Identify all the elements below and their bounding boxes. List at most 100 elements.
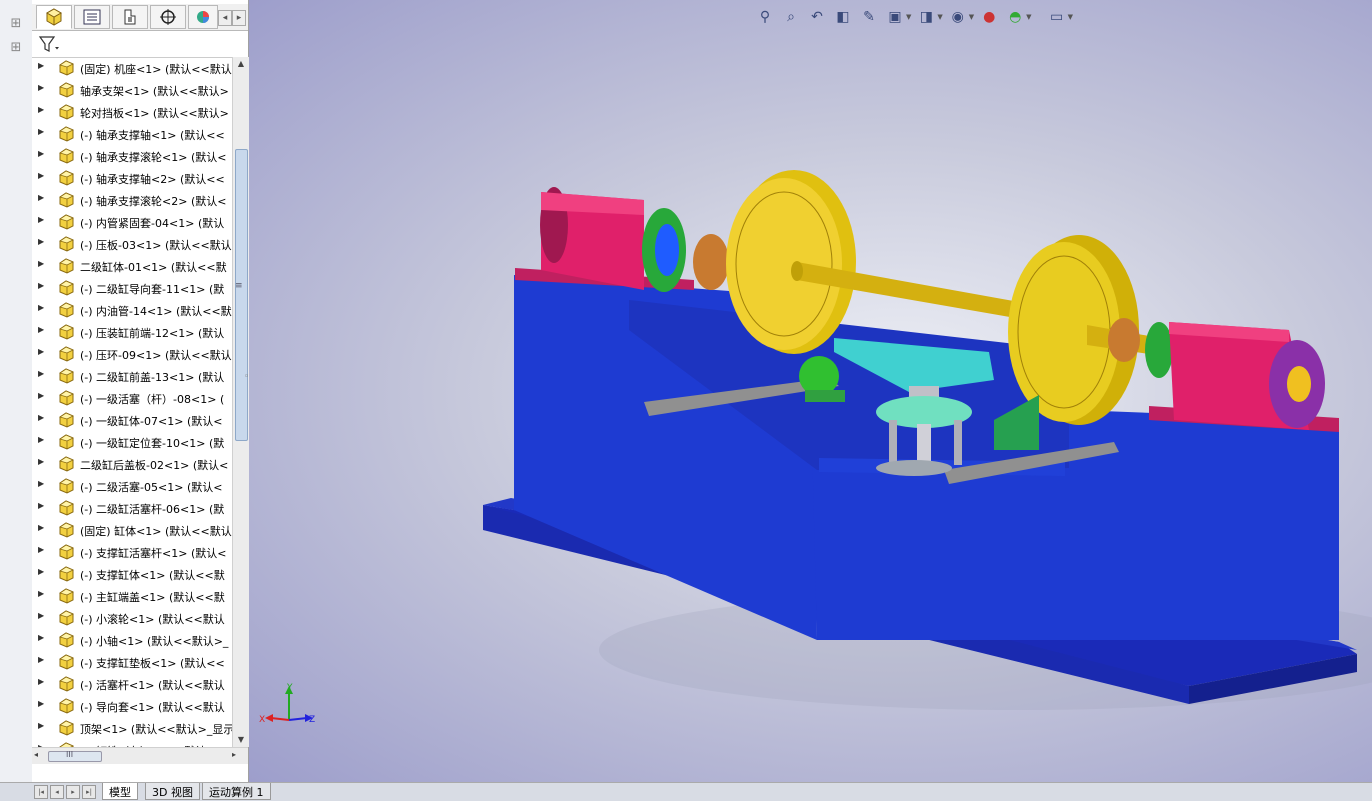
expand-arrow-icon[interactable]: ▶ bbox=[38, 721, 44, 730]
expand-arrow-icon[interactable]: ▶ bbox=[38, 61, 44, 70]
display-manager-icon bbox=[197, 11, 209, 23]
expand-arrow-icon[interactable]: ▶ bbox=[38, 523, 44, 532]
expand-arrow-icon[interactable]: ▶ bbox=[38, 281, 44, 290]
tab-scroll-right[interactable]: ▸ bbox=[232, 10, 246, 26]
filter-icon[interactable] bbox=[38, 35, 60, 53]
expand-arrow-icon[interactable]: ▶ bbox=[38, 545, 44, 554]
nav-last-icon[interactable]: ▸| bbox=[82, 785, 96, 799]
tree-item[interactable]: ▶ (-) 一级活塞（杆）-08<1> ( bbox=[32, 387, 232, 409]
nav-first-icon[interactable]: |◂ bbox=[34, 785, 48, 799]
tree-horizontal-scrollbar[interactable]: ◂ III ▸ bbox=[32, 747, 248, 764]
tree-item[interactable]: ▶ (-) 小轴<1> (默认<<默认>_ bbox=[32, 629, 232, 651]
expand-arrow-icon[interactable]: ▶ bbox=[38, 369, 44, 378]
tree-item[interactable]: ▶ (-) 主缸端盖<1> (默认<<默 bbox=[32, 585, 232, 607]
expand-arrow-icon[interactable]: ▶ bbox=[38, 391, 44, 400]
expand-arrow-icon[interactable]: ▶ bbox=[38, 127, 44, 136]
expand-arrow-icon[interactable]: ▶ bbox=[38, 83, 44, 92]
expand-arrow-icon[interactable]: ▶ bbox=[38, 105, 44, 114]
tree-item[interactable]: ▶ (-) 支撑缸体<1> (默认<<默 bbox=[32, 563, 232, 585]
expand-arrow-icon[interactable]: ▶ bbox=[38, 699, 44, 708]
expand-arrow-icon[interactable]: ▶ bbox=[38, 347, 44, 356]
scroll-thumb[interactable] bbox=[235, 149, 248, 441]
tree-item[interactable]: ▶ (-) 二级缸活塞杆-06<1> (默 bbox=[32, 497, 232, 519]
tree-item[interactable]: ▶ (-) 轴承支撑轴<1> (默认<< bbox=[32, 123, 232, 145]
expand-arrow-icon[interactable]: ▶ bbox=[38, 325, 44, 334]
tree-item[interactable]: ▶ (-) 支撑缸活塞杆<1> (默认< bbox=[32, 541, 232, 563]
hscroll-thumb[interactable] bbox=[48, 751, 102, 762]
tree-item[interactable]: ▶ (-) 二级缸前盖-13<1> (默认 bbox=[32, 365, 232, 387]
tab-feature-manager[interactable] bbox=[36, 5, 72, 29]
tree-vertical-scrollbar[interactable]: ▲ ≡ ▼ bbox=[232, 57, 249, 747]
expand-arrow-icon[interactable]: ▶ bbox=[38, 655, 44, 664]
expand-arrow-icon[interactable]: ▶ bbox=[38, 501, 44, 510]
expand-arrow-icon[interactable]: ▶ bbox=[38, 413, 44, 422]
tree-item[interactable]: ▶ (-) 内油管-14<1> (默认<<默 bbox=[32, 299, 232, 321]
tab-display-manager[interactable] bbox=[188, 5, 218, 29]
tab-dimxpert[interactable] bbox=[150, 5, 186, 29]
tree-item[interactable]: ▶ (-) 压装缸前端-12<1> (默认 bbox=[32, 321, 232, 343]
guide-rod-1 bbox=[889, 420, 897, 465]
scroll-left-arrow[interactable]: ◂ bbox=[34, 750, 38, 759]
part-icon bbox=[56, 543, 76, 561]
tree-item[interactable]: ▶ 二级缸体-01<1> (默认<<默 bbox=[32, 255, 232, 277]
tree-item[interactable]: ▶ (-) 轴承支撑滚轮<1> (默认< bbox=[32, 145, 232, 167]
expand-arrow-icon[interactable]: ▶ bbox=[38, 677, 44, 686]
tree-item-label: 二级缸体-01<1> (默认<<默 bbox=[80, 261, 227, 274]
expand-arrow-icon[interactable]: ▶ bbox=[38, 457, 44, 466]
expand-arrow-icon[interactable]: ▶ bbox=[38, 171, 44, 180]
graphics-viewport[interactable]: ⚲ ⌕ ↶ ◧ ✎ ▣ ▼ ◨ ▼ ◉ ▼ ● ◓ ▼ ▭ ▼ Y X Z bbox=[249, 0, 1372, 782]
expand-arrow-icon[interactable]: ▶ bbox=[38, 589, 44, 598]
tree-item[interactable]: ▶ (-) 压板-03<1> (默认<<默认 bbox=[32, 233, 232, 255]
nav-prev-icon[interactable]: ◂ bbox=[50, 785, 64, 799]
scroll-up-arrow[interactable]: ▲ bbox=[234, 57, 248, 71]
tree-item[interactable]: ▶ (-) 压环-09<1> (默认<<默认 bbox=[32, 343, 232, 365]
scroll-down-arrow[interactable]: ▼ bbox=[234, 733, 248, 747]
guide-rod-3 bbox=[954, 420, 962, 465]
tab-property-manager[interactable] bbox=[74, 5, 110, 29]
tree-item-label: (-) 压板-03<1> (默认<<默认 bbox=[80, 239, 232, 252]
expand-arrow-icon[interactable]: ▶ bbox=[38, 633, 44, 642]
expand-arrow-icon[interactable]: ▶ bbox=[38, 611, 44, 620]
expand-arrow-icon[interactable]: ▶ bbox=[38, 435, 44, 444]
expand-arrow-icon[interactable]: ▶ bbox=[38, 149, 44, 158]
part-icon bbox=[56, 169, 76, 187]
tree-item[interactable]: ▶ (-) 一级缸定位套-10<1> (默 bbox=[32, 431, 232, 453]
expand-arrow-icon[interactable]: ▶ bbox=[38, 479, 44, 488]
tree-item[interactable]: ▶ (-) 导向套<1> (默认<<默认 bbox=[32, 695, 232, 717]
tab-scroll-left[interactable]: ◂ bbox=[218, 10, 232, 26]
tree-item[interactable]: ▶(-) 钉铁（左）<1> (默认 bbox=[32, 739, 232, 747]
tree-item[interactable]: ▶ 轮对挡板<1> (默认<<默认> bbox=[32, 101, 232, 123]
tree-item[interactable]: ▶ (-) 支撑缸垫板<1> (默认<< bbox=[32, 651, 232, 673]
tab-3d-view[interactable]: 3D 视图 bbox=[145, 783, 200, 800]
expand-arrow-icon[interactable]: ▶ bbox=[38, 193, 44, 202]
expand-arrow-icon[interactable]: ▶ bbox=[38, 567, 44, 576]
tab-model[interactable]: 模型 bbox=[102, 783, 138, 800]
nav-next-icon[interactable]: ▸ bbox=[66, 785, 80, 799]
tree-item[interactable]: ▶ 二级缸后盖板-02<1> (默认< bbox=[32, 453, 232, 475]
tree-item[interactable]: ▶ (固定) 缸体<1> (默认<<默认 bbox=[32, 519, 232, 541]
tree-item[interactable]: ▶ (-) 轴承支撑滚轮<2> (默认< bbox=[32, 189, 232, 211]
grid-icon[interactable]: ⊞ bbox=[6, 40, 26, 58]
tree-item[interactable]: ▶ (固定) 机座<1> (默认<<默认 bbox=[32, 57, 232, 79]
tree-item[interactable]: ▶ (-) 轴承支撑轴<2> (默认<< bbox=[32, 167, 232, 189]
expand-arrow-icon[interactable]: ▶ bbox=[38, 237, 44, 246]
tree-item[interactable]: ▶ (-) 二级缸导向套-11<1> (默 bbox=[32, 277, 232, 299]
expand-arrow-icon[interactable]: ▶ bbox=[38, 303, 44, 312]
expand-arrow-icon[interactable]: ▶ bbox=[38, 215, 44, 224]
tree-item[interactable]: ▶ (-) 内管紧固套-04<1> (默认 bbox=[32, 211, 232, 233]
left-bearing bbox=[693, 234, 729, 290]
triad-z-label: Z bbox=[309, 715, 315, 725]
scroll-right-arrow[interactable]: ▸ bbox=[232, 750, 236, 759]
tree-item-label: (-) 一级缸定位套-10<1> (默 bbox=[80, 437, 225, 450]
tree-item[interactable]: ▶ (-) 一级缸体-07<1> (默认< bbox=[32, 409, 232, 431]
grid-icon[interactable]: ⊞ bbox=[6, 16, 26, 34]
expand-arrow-icon[interactable]: ▶ bbox=[38, 259, 44, 268]
tree-item[interactable]: ▶ (-) 活塞杆<1> (默认<<默认 bbox=[32, 673, 232, 695]
tree-item-label: 轮对挡板<1> (默认<<默认> bbox=[80, 107, 229, 120]
tree-item[interactable]: ▶ (-) 小滚轮<1> (默认<<默认 bbox=[32, 607, 232, 629]
tree-item[interactable]: ▶ 轴承支架<1> (默认<<默认> bbox=[32, 79, 232, 101]
tab-configuration-manager[interactable] bbox=[112, 5, 148, 29]
tree-item[interactable]: ▶ 顶架<1> (默认<<默认>_显示 bbox=[32, 717, 232, 739]
tree-item[interactable]: ▶ (-) 二级活塞-05<1> (默认< bbox=[32, 475, 232, 497]
tab-motion-study-1[interactable]: 运动算例 1 bbox=[202, 783, 271, 800]
